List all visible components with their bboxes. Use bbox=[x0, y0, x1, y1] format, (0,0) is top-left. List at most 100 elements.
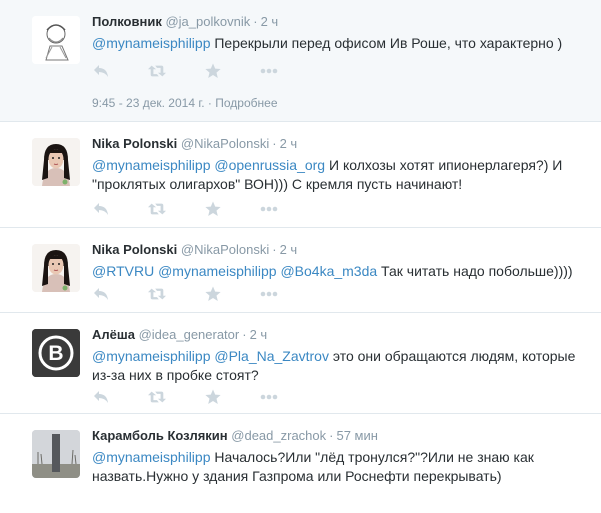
text-segment: из-за них в пробке стоят? bbox=[92, 367, 259, 383]
retweet-button[interactable] bbox=[148, 200, 166, 218]
tweet-text: @mynameisphilipp @Pla_Na_Zavtrov это они… bbox=[92, 347, 592, 385]
separator: · bbox=[272, 136, 277, 151]
tweet-text: @RTVRU @mynameisphilipp @Bo4ka_m3da Так … bbox=[92, 262, 592, 281]
avatar[interactable] bbox=[32, 244, 80, 292]
username[interactable]: @NikaPolonski bbox=[181, 242, 269, 257]
mention-link[interactable]: @RTVRU bbox=[92, 263, 154, 279]
text-segment: назвать.Нужно у здания Газпрома или Росн… bbox=[92, 468, 502, 484]
retweet-icon bbox=[148, 65, 166, 77]
fullname[interactable]: Алёша bbox=[92, 327, 135, 342]
username[interactable]: @ja_polkovnik bbox=[165, 14, 250, 29]
fullname[interactable]: Nika Polonski bbox=[92, 136, 177, 151]
mention-link[interactable]: @mynameisphilipp bbox=[92, 348, 210, 364]
mention-link[interactable]: @mynameisphilipp bbox=[92, 157, 210, 173]
retweet-icon bbox=[148, 203, 166, 215]
reply-button[interactable] bbox=[92, 62, 110, 80]
favorite-button[interactable] bbox=[204, 200, 222, 218]
favorite-button[interactable] bbox=[204, 388, 222, 406]
more-icon bbox=[260, 291, 278, 297]
details-link[interactable]: Подробнее bbox=[215, 96, 277, 110]
tweet-text-line: назвать.Нужно у здания Газпрома или Росн… bbox=[92, 467, 592, 486]
retweet-icon bbox=[148, 288, 166, 300]
separator: · bbox=[329, 428, 334, 443]
separator: · bbox=[272, 242, 277, 257]
mention-link[interactable]: @openrussia_org bbox=[214, 157, 325, 173]
reply-button[interactable] bbox=[92, 200, 110, 218]
tweet-header: Nika Polonski @NikaPolonski · 2 ч bbox=[92, 242, 297, 257]
more-button[interactable] bbox=[260, 285, 278, 303]
tweet-header: Алёша @idea_generator · 2 ч bbox=[92, 327, 267, 342]
timestamp[interactable]: 57 мин bbox=[336, 428, 377, 443]
text-segment: Так читать надо побольше)))) bbox=[377, 263, 573, 279]
mention-link[interactable]: @mynameisphilipp bbox=[92, 449, 210, 465]
fullname[interactable]: Карамболь Козлякин bbox=[92, 428, 228, 443]
username[interactable]: @NikaPolonski bbox=[181, 136, 269, 151]
timestamp[interactable]: 2 ч bbox=[280, 136, 298, 151]
more-button[interactable] bbox=[260, 200, 278, 218]
tweet-text-line: @mynameisphilipp @Pla_Na_Zavtrov это они… bbox=[92, 347, 592, 366]
retweet-button[interactable] bbox=[148, 285, 166, 303]
tweet-text: @mynameisphilipp @openrussia_org И колхо… bbox=[92, 156, 592, 194]
fullname[interactable]: Nika Polonski bbox=[92, 242, 177, 257]
retweet-button[interactable] bbox=[148, 62, 166, 80]
tweet-text: @mynameisphilipp Перекрыли перед офисом … bbox=[92, 34, 592, 53]
more-icon bbox=[260, 394, 278, 400]
reply-button[interactable] bbox=[92, 388, 110, 406]
tweet[interactable]: Карамболь Козлякин @dead_zrachok · 57 мин … bbox=[0, 414, 601, 513]
tweet-datetime: 9:45 - 23 дек. 2014 г. bbox=[92, 96, 205, 110]
avatar[interactable] bbox=[32, 430, 80, 478]
username[interactable]: @idea_generator bbox=[139, 327, 240, 342]
avatar[interactable] bbox=[32, 138, 80, 186]
text-segment: это они обращаются людям, которые bbox=[328, 348, 576, 364]
more-button[interactable] bbox=[260, 62, 278, 80]
retweet-icon bbox=[148, 391, 166, 403]
avatar[interactable] bbox=[32, 16, 80, 64]
tweet-text-line: "проклятых олигархов" ВОН))) С кремля пу… bbox=[92, 175, 592, 194]
username[interactable]: @dead_zrachok bbox=[231, 428, 326, 443]
tweet-meta: 9:45 - 23 дек. 2014 г. · Подробнее bbox=[92, 96, 278, 110]
tweet-text: @mynameisphilipp Началось?Или "лёд трону… bbox=[92, 448, 592, 486]
tweet-text-line: @RTVRU @mynameisphilipp @Bo4ka_m3da Так … bbox=[92, 262, 592, 281]
tweet[interactable]: Nika Polonski @NikaPolonski · 2 ч @RTVRU @… bbox=[0, 228, 601, 313]
tweet-header: Nika Polonski @NikaPolonski · 2 ч bbox=[92, 136, 297, 151]
tweet-text-line: @mynameisphilipp @openrussia_org И колхо… bbox=[92, 156, 592, 175]
mention-link[interactable]: @mynameisphilipp bbox=[158, 263, 276, 279]
retweet-button[interactable] bbox=[148, 388, 166, 406]
fullname[interactable]: Полковник bbox=[92, 14, 162, 29]
tweet[interactable]: B Алёша @idea_generator · 2 ч @mynameisphi… bbox=[0, 313, 601, 414]
separator: · bbox=[242, 327, 247, 342]
reply-icon bbox=[94, 288, 108, 300]
avatar[interactable]: B bbox=[32, 329, 80, 377]
tweet[interactable]: Nika Polonski @NikaPolonski · 2 ч @mynamei… bbox=[0, 122, 601, 228]
mention-link[interactable]: @Bo4ka_m3da bbox=[280, 263, 377, 279]
star-icon bbox=[205, 201, 221, 216]
text-segment: Началось?Или "лёд тронулся?"?Или не знаю… bbox=[210, 449, 534, 465]
timestamp[interactable]: 2 ч bbox=[280, 242, 298, 257]
mention-link[interactable]: @Pla_Na_Zavtrov bbox=[214, 348, 329, 364]
timestamp[interactable]: 2 ч bbox=[261, 14, 279, 29]
tweet[interactable]: Полковник @ja_polkovnik · 2 ч @mynameisphi… bbox=[0, 0, 601, 122]
svg-text:B: B bbox=[48, 342, 63, 365]
reply-icon bbox=[94, 391, 108, 403]
tweet-text-line: @mynameisphilipp Началось?Или "лёд трону… bbox=[92, 448, 592, 467]
favorite-button[interactable] bbox=[204, 285, 222, 303]
star-icon bbox=[205, 286, 221, 301]
favorite-button[interactable] bbox=[204, 62, 222, 80]
reply-button[interactable] bbox=[92, 285, 110, 303]
more-button[interactable] bbox=[260, 388, 278, 406]
more-icon bbox=[260, 68, 278, 74]
tweet-text-line: из-за них в пробке стоят? bbox=[92, 366, 592, 385]
text-segment: "проклятых олигархов" ВОН))) С кремля пу… bbox=[92, 176, 463, 192]
tweet-header: Полковник @ja_polkovnik · 2 ч bbox=[92, 14, 278, 29]
separator: · bbox=[253, 14, 258, 29]
star-icon bbox=[205, 389, 221, 404]
separator: · bbox=[207, 96, 212, 110]
tweet-header: Карамболь Козлякин @dead_zrachok · 57 мин bbox=[92, 428, 378, 443]
timestamp[interactable]: 2 ч bbox=[250, 327, 268, 342]
reply-icon bbox=[94, 203, 108, 215]
more-icon bbox=[260, 206, 278, 212]
tweet-text-line: @mynameisphilipp Перекрыли перед офисом … bbox=[92, 34, 592, 53]
mention-link[interactable]: @mynameisphilipp bbox=[92, 35, 210, 51]
text-segment: И колхозы хотят ипионерлагеря?) И bbox=[325, 157, 563, 173]
reply-icon bbox=[94, 65, 108, 77]
